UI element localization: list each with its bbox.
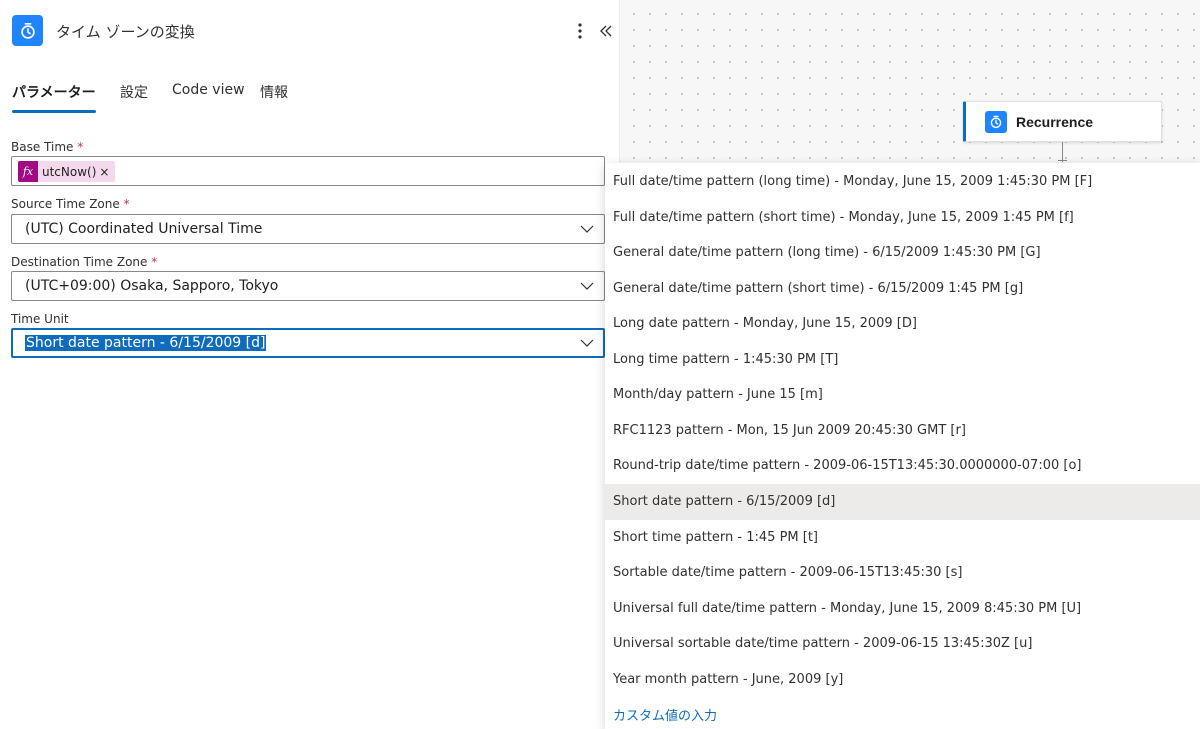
dropdown-option[interactable]: RFC1123 pattern - Mon, 15 Jun 2009 20:45… — [605, 413, 1200, 449]
double-chevron-left-icon[interactable] — [595, 18, 617, 44]
tab-info[interactable]: 情報 — [260, 82, 288, 102]
token-remove-button[interactable]: × — [99, 165, 109, 179]
tab-code-view[interactable]: Code view — [172, 82, 245, 98]
time-unit-dropdown[interactable]: Short date pattern - 6/15/2009 [d] — [11, 328, 605, 358]
expression-token[interactable]: fx utcNow() × — [18, 161, 116, 182]
flow-connector-end — [1058, 160, 1067, 161]
required-marker: * — [123, 197, 130, 211]
dropdown-option[interactable]: Full date/time pattern (short time) - Mo… — [605, 200, 1200, 236]
dropdown-option[interactable]: Year month pattern - June, 2009 [y] — [605, 662, 1200, 698]
dropdown-option[interactable]: General date/time pattern (long time) - … — [605, 235, 1200, 271]
destination-time-zone-value: (UTC+09:00) Osaka, Sapporo, Tokyo — [25, 278, 279, 294]
action-details-panel: タイム ゾーンの変換 パラメーター 設定 Code view 情報 Base T… — [0, 0, 620, 729]
enter-custom-value-link[interactable]: カスタム値の入力 — [605, 697, 1200, 729]
base-time-input[interactable]: fx utcNow() × — [11, 156, 605, 186]
panel-title[interactable]: タイム ゾーンの変換 — [56, 21, 195, 42]
chevron-down-icon[interactable] — [580, 280, 594, 292]
dropdown-option[interactable]: Universal sortable date/time pattern - 2… — [605, 626, 1200, 662]
destination-time-zone-dropdown[interactable]: (UTC+09:00) Osaka, Sapporo, Tokyo — [11, 271, 605, 301]
dropdown-option[interactable]: General date/time pattern (short time) -… — [605, 271, 1200, 307]
token-text: utcNow() — [42, 164, 97, 179]
dropdown-option[interactable]: Month/day pattern - June 15 [m] — [605, 377, 1200, 413]
chevron-down-icon[interactable] — [580, 223, 594, 235]
function-icon: fx — [18, 161, 38, 182]
recurrence-card[interactable]: Recurrence — [963, 101, 1162, 142]
source-time-zone-dropdown[interactable]: (UTC) Coordinated Universal Time — [11, 214, 605, 244]
chevron-down-icon[interactable] — [580, 337, 594, 349]
dropdown-option-highlighted[interactable]: Short date pattern - 6/15/2009 [d] — [605, 484, 1200, 520]
panel-header: タイム ゾーンの変換 — [12, 15, 619, 47]
base-time-label: Base Time * — [11, 140, 84, 154]
alarm-clock-icon — [12, 15, 43, 46]
time-unit-options-list: Full date/time pattern (long time) - Mon… — [605, 163, 1200, 729]
alarm-clock-icon — [985, 110, 1007, 133]
dropdown-option[interactable]: Long date pattern - Monday, June 15, 200… — [605, 306, 1200, 342]
dropdown-option[interactable]: Round-trip date/time pattern - 2009-06-1… — [605, 448, 1200, 484]
source-time-zone-label: Source Time Zone * — [11, 197, 130, 211]
destination-time-zone-label: Destination Time Zone * — [11, 255, 158, 269]
tab-active-indicator — [12, 110, 96, 113]
dropdown-option[interactable]: Sortable date/time pattern - 2009-06-15T… — [605, 555, 1200, 591]
dropdown-option[interactable]: Universal full date/time pattern - Monda… — [605, 591, 1200, 627]
flow-connector — [1062, 142, 1063, 162]
tab-settings[interactable]: 設定 — [120, 82, 148, 102]
source-time-zone-value: (UTC) Coordinated Universal Time — [25, 221, 263, 237]
time-unit-label: Time Unit — [11, 312, 69, 326]
dropdown-option[interactable]: Long time pattern - 1:45:30 PM [T] — [605, 342, 1200, 378]
dropdown-option[interactable]: Full date/time pattern (long time) - Mon… — [605, 164, 1200, 200]
more-vertical-icon[interactable] — [570, 18, 590, 44]
time-unit-value[interactable]: Short date pattern - 6/15/2009 [d] — [25, 335, 267, 351]
required-marker: * — [151, 255, 158, 269]
tab-parameters[interactable]: パラメーター — [12, 82, 96, 102]
required-marker: * — [77, 140, 84, 154]
dropdown-option[interactable]: Short time pattern - 1:45 PM [t] — [605, 520, 1200, 556]
recurrence-card-title: Recurrence — [1016, 113, 1094, 130]
